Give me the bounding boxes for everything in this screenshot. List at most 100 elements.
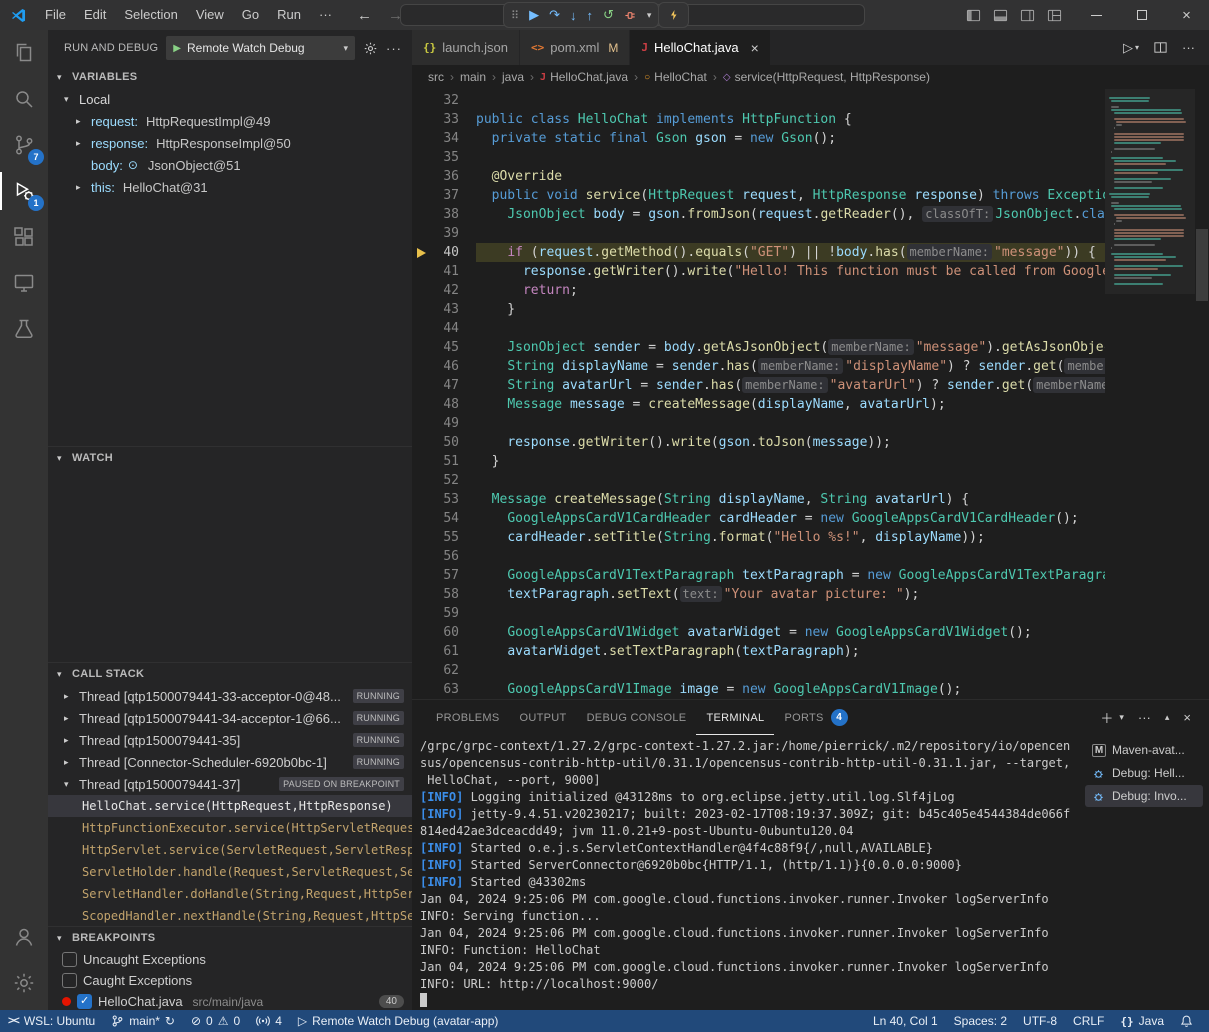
line-number[interactable]: 43 <box>412 300 476 319</box>
terminal-dropdown-icon[interactable]: ▾ <box>1119 712 1124 723</box>
line-number[interactable]: 62 <box>412 661 476 680</box>
eol-sequence[interactable]: CRLF <box>1065 1010 1112 1032</box>
line-content[interactable]: return; <box>476 281 1105 300</box>
code-line-60[interactable]: 60 GoogleAppsCardV1Widget avatarWidget =… <box>412 623 1105 642</box>
back-button[interactable]: ← <box>357 7 372 24</box>
code-line-54[interactable]: 54 GoogleAppsCardV1CardHeader cardHeader… <box>412 509 1105 528</box>
code-line-56[interactable]: 56 <box>412 547 1105 566</box>
close-button[interactable]: × <box>1164 0 1209 30</box>
line-number[interactable]: 35 <box>412 148 476 167</box>
thread-row[interactable]: ▸Thread [qtp1500079441-34-acceptor-1@66.… <box>48 707 412 729</box>
editor-more-actions[interactable]: ··· <box>1182 40 1195 55</box>
line-content[interactable]: GoogleAppsCardV1CardHeader cardHeader = … <box>476 509 1105 528</box>
menu-file[interactable]: File <box>36 4 75 26</box>
line-number[interactable]: 63 <box>412 680 476 699</box>
breakpoint-row[interactable]: HelloChat.javasrc/main/java40 <box>48 991 412 1010</box>
code-line-42[interactable]: 42 return; <box>412 281 1105 300</box>
activity-extensions[interactable] <box>0 214 48 260</box>
line-content[interactable]: Message message = createMessage(displayN… <box>476 395 1105 414</box>
line-content[interactable] <box>476 224 1105 243</box>
thread-row[interactable]: ▾Thread [qtp1500079441-37]PAUSED ON BREA… <box>48 773 412 795</box>
code-line-43[interactable]: 43 } <box>412 300 1105 319</box>
line-number[interactable]: 42 <box>412 281 476 300</box>
code-line-38[interactable]: 38 JsonObject body = gson.fromJson(reque… <box>412 205 1105 224</box>
stack-frame[interactable]: ScopedHandler.nextHandle(String,Request,… <box>48 905 412 926</box>
disconnect-button[interactable] <box>624 9 637 22</box>
line-number[interactable]: 52 <box>412 471 476 490</box>
code-line-37[interactable]: 37 public void service(HttpRequest reque… <box>412 186 1105 205</box>
breakpoint-checkbox[interactable] <box>62 973 77 988</box>
line-content[interactable] <box>476 148 1105 167</box>
line-number[interactable]: 44 <box>412 319 476 338</box>
line-content[interactable] <box>476 547 1105 566</box>
ports-status[interactable]: 4 <box>248 1010 290 1032</box>
step-over-button[interactable]: ↷ <box>549 7 560 23</box>
terminal-output[interactable]: /grpc/grpc-context/1.27.2/grpc-context-1… <box>412 735 1085 1010</box>
line-number[interactable]: 50 <box>412 433 476 452</box>
line-number[interactable]: 54 <box>412 509 476 528</box>
breakpoint-checkbox[interactable] <box>62 952 77 967</box>
line-number[interactable]: 41 <box>412 262 476 281</box>
tab-launch.json[interactable]: {}launch.json <box>412 30 520 65</box>
variables-scope[interactable]: ▾Local <box>48 88 412 110</box>
problems-status[interactable]: ⊘ 0 ⚠ 0 <box>183 1010 248 1032</box>
breadcrumb-item[interactable]: JHelloChat.java <box>540 70 628 84</box>
line-number[interactable]: 40 <box>412 243 476 262</box>
line-content[interactable] <box>476 91 1105 110</box>
tab-HelloChat.java[interactable]: JHelloChat.java× <box>630 30 770 65</box>
code-line-36[interactable]: 36 @Override <box>412 167 1105 186</box>
menu-view[interactable]: View <box>187 4 233 26</box>
line-number[interactable]: 39 <box>412 224 476 243</box>
line-content[interactable]: public class HelloChat implements HttpFu… <box>476 110 1105 129</box>
line-content[interactable]: String displayName = sender.has(memberNa… <box>476 357 1105 376</box>
debug-settings-gear[interactable] <box>363 41 378 56</box>
maximize-panel-icon[interactable]: ▴ <box>1165 712 1170 723</box>
line-number[interactable]: 33 <box>412 110 476 129</box>
restart-button[interactable]: ↺ <box>603 7 614 23</box>
minimap[interactable] <box>1105 89 1195 699</box>
line-number[interactable]: 45 <box>412 338 476 357</box>
code-line-46[interactable]: 46 String displayName = sender.has(membe… <box>412 357 1105 376</box>
run-java-button[interactable]: ▷▾ <box>1123 40 1139 56</box>
line-number[interactable]: 48 <box>412 395 476 414</box>
breakpoint-checkbox[interactable] <box>77 994 92 1009</box>
code-line-58[interactable]: 58 textParagraph.setText(text:"Your avat… <box>412 585 1105 604</box>
line-number[interactable]: 47 <box>412 376 476 395</box>
maximize-button[interactable] <box>1119 0 1164 30</box>
cursor-position[interactable]: Ln 40, Col 1 <box>865 1010 946 1032</box>
encoding[interactable]: UTF-8 <box>1015 1010 1065 1032</box>
line-content[interactable] <box>476 604 1105 623</box>
line-number[interactable]: 38 <box>412 205 476 224</box>
line-number[interactable]: 57 <box>412 566 476 585</box>
line-number[interactable]: 61 <box>412 642 476 661</box>
panel-tab-ports[interactable]: PORTS4 <box>774 700 857 735</box>
thread-row[interactable]: ▸Thread [qtp1500079441-33-acceptor-0@48.… <box>48 685 412 707</box>
panel-more-actions[interactable]: ··· <box>1138 710 1151 725</box>
menu-[interactable]: ··· <box>310 4 341 26</box>
line-number[interactable]: 56 <box>412 547 476 566</box>
line-content[interactable] <box>476 661 1105 680</box>
panel-tab-output[interactable]: OUTPUT <box>510 700 577 735</box>
code-line-40[interactable]: 40 if (request.getMethod().equals("GET")… <box>412 243 1105 262</box>
watch-section-header[interactable]: ▾ WATCH <box>48 447 412 469</box>
line-number[interactable]: 59 <box>412 604 476 623</box>
remote-indicator[interactable]: >< WSL: Ubuntu <box>0 1010 103 1032</box>
variable-response[interactable]: ▸response:HttpResponseImpl@50 <box>48 132 412 154</box>
code-line-49[interactable]: 49 <box>412 414 1105 433</box>
panel-tab-problems[interactable]: PROBLEMS <box>426 700 510 735</box>
line-number[interactable]: 36 <box>412 167 476 186</box>
code-line-44[interactable]: 44 <box>412 319 1105 338</box>
line-number[interactable]: 49 <box>412 414 476 433</box>
toggle-secondary-sidebar-icon[interactable] <box>1020 8 1035 23</box>
menu-edit[interactable]: Edit <box>75 4 115 26</box>
settings-button[interactable] <box>0 960 48 1006</box>
thread-row[interactable]: ▸Thread [Connector-Scheduler-6920b0bc-1]… <box>48 751 412 773</box>
stack-frame[interactable]: ServletHolder.handle(Request,ServletRequ… <box>48 861 412 883</box>
line-content[interactable]: private static final Gson gson = new Gso… <box>476 129 1105 148</box>
activity-remote-explorer[interactable] <box>0 260 48 306</box>
code-line-63[interactable]: 63 GoogleAppsCardV1Image image = new Goo… <box>412 680 1105 699</box>
line-content[interactable]: avatarWidget.setTextParagraph(textParagr… <box>476 642 1105 661</box>
debug-config-dropdown[interactable]: ▶ Remote Watch Debug ▾ <box>166 36 355 60</box>
language-mode[interactable]: {}Java <box>1112 1010 1172 1032</box>
toggle-sidebar-icon[interactable] <box>966 8 981 23</box>
